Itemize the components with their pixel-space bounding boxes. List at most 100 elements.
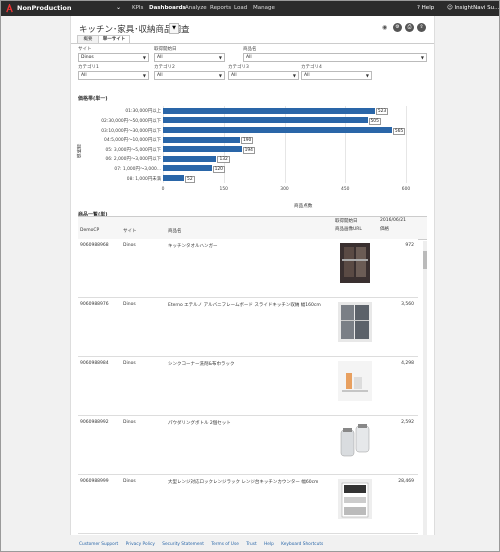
filter-start-date-select[interactable]: All ▼: [154, 53, 225, 62]
nav-kpis[interactable]: KPIs: [132, 5, 143, 11]
chart-bar[interactable]: [163, 127, 392, 133]
dashboard-card: キッチン･家具･収納商品調査 ▼ ◉ ⚙ ⎙ ⇪ 概要 単一サイト サイト Di…: [70, 16, 435, 535]
chart-category-label: 03:10,000円〜30,000円以下: [101, 128, 161, 134]
row-site: Dinos: [123, 420, 136, 425]
org-switch-chevron-icon[interactable]: ⌄: [116, 4, 121, 11]
footer-terms-of-use[interactable]: Terms of Use: [211, 542, 239, 547]
filter-start-date-value: All: [157, 55, 163, 60]
table-row[interactable]: 9060988968 Dinos キッチンタオルハンガー 972: [78, 239, 418, 298]
table-row[interactable]: 9060988976 Dinos Eterno エテルノ アルバニフレームボード…: [78, 298, 418, 357]
table-row[interactable]: 9060988984 Dinos シンクコーナー洗剤&布巾ラック 4,298: [78, 357, 418, 416]
filter-site-value: Dinos: [81, 55, 94, 60]
footer-keyboard-shortcuts[interactable]: Keyboard Shortcuts: [281, 542, 323, 547]
chart-x-axis-label: 商品点数: [294, 204, 313, 209]
row-name[interactable]: シンクコーナー洗剤&布巾ラック: [168, 361, 235, 367]
scrollbar-thumb[interactable]: [423, 251, 427, 269]
row-name[interactable]: キッチンタオルハンガー: [168, 243, 218, 249]
chart-category-label: 06: 2,000円〜3,000円以下: [105, 157, 161, 163]
table-vertical-scrollbar[interactable]: [423, 241, 427, 535]
app-window: NonProduction ⌄ KPIs Dashboards Analyze …: [0, 0, 500, 552]
print-icon[interactable]: ⎙: [405, 23, 414, 32]
chart-bar[interactable]: [163, 136, 240, 143]
filter-label-product: 商品名: [243, 47, 257, 52]
chart-y-axis-label: 価格帯: [77, 144, 82, 158]
row-code: 9060988992: [80, 420, 109, 425]
export-icon[interactable]: ⇪: [417, 23, 426, 32]
header-price[interactable]: 価格: [380, 226, 389, 232]
filter-cat1-select[interactable]: All ▼: [78, 71, 149, 80]
table-header: 取得開始日 2016/06/21 DemoCP サイト 商品名 商品画像URL …: [78, 216, 427, 240]
product-image-storage-board[interactable]: [336, 300, 374, 344]
filter-cat4-select[interactable]: All ▼: [301, 71, 372, 80]
chevron-down-icon: ▼: [142, 55, 146, 60]
row-name[interactable]: Eterno エテルノ アルバニフレームボード スライドキッチン収納 幅160c…: [168, 302, 321, 308]
eye-icon[interactable]: ◉: [382, 24, 387, 31]
chart-x-tick-label: 150: [219, 186, 228, 192]
chart-data-label: 194: [242, 146, 255, 154]
nav-manage[interactable]: Manage: [253, 5, 275, 11]
table-row[interactable]: 9060988992 Dinos パウダリングボトル 2個セット 2,592: [78, 416, 418, 475]
row-site: Dinos: [123, 479, 136, 484]
nav-reports[interactable]: Reports: [210, 5, 231, 11]
footer-customer-support[interactable]: Customer Support: [79, 542, 118, 547]
row-price: 2,592: [401, 420, 414, 425]
chart-bar[interactable]: [163, 117, 368, 124]
chevron-down-icon: ▼: [420, 55, 424, 60]
help-label: Help: [421, 5, 435, 11]
chevron-down-icon: ▼: [292, 73, 296, 78]
table-row[interactable]: 9060988999 Dinos 大型レンジ対応ロックレンジラック レンジ台キッ…: [78, 475, 418, 534]
org-name[interactable]: NonProduction: [17, 4, 72, 12]
row-name[interactable]: パウダリングボトル 2個セット: [168, 420, 231, 426]
chart-x-tick-label: 450: [341, 186, 350, 192]
product-image-sink-rack[interactable]: [336, 359, 374, 403]
header-image[interactable]: 商品画像URL: [335, 226, 362, 232]
chart-bar[interactable]: [163, 175, 185, 181]
nav-load[interactable]: Load: [234, 5, 247, 11]
chart-bar[interactable]: [163, 165, 212, 172]
product-image-range-rack[interactable]: [336, 477, 374, 521]
footer-help[interactable]: Help: [264, 542, 274, 547]
title-dropdown-icon[interactable]: ▼: [169, 23, 179, 34]
product-image-towel-hanger[interactable]: [336, 241, 374, 285]
header-name[interactable]: 商品名: [168, 228, 182, 234]
row-price: 28,469: [398, 479, 414, 484]
price-range-bar-chart: 価格帯 商品点数 0 150 300 450 600 01:30,000円以上 523 02:…: [71, 104, 434, 219]
footer-trust[interactable]: Trust: [246, 542, 256, 547]
row-price: 4,298: [401, 361, 414, 366]
settings-icon[interactable]: ⚙: [393, 23, 402, 32]
header-code[interactable]: DemoCP: [80, 228, 99, 233]
chart-category-label: 05: 3,000円〜5,000円以下: [105, 147, 161, 153]
chart-gridline: [406, 106, 407, 183]
chevron-down-icon: ▼: [218, 55, 222, 60]
filter-site-select[interactable]: Dinos ▼: [78, 53, 149, 62]
nav-dashboards[interactable]: Dashboards: [149, 5, 186, 11]
filter-cat3-select[interactable]: All ▼: [228, 71, 299, 80]
tab-single-site[interactable]: 単一サイト: [98, 35, 130, 43]
filter-cat2-select[interactable]: All ▼: [154, 71, 225, 80]
footer-privacy-policy[interactable]: Privacy Policy: [126, 542, 155, 547]
filter-product-select[interactable]: All ▼: [243, 53, 427, 62]
help-link[interactable]: ? Help: [417, 5, 434, 11]
tab-overview[interactable]: 概要: [77, 35, 99, 43]
filter-cat2-value: All: [157, 73, 163, 78]
user-menu[interactable]: ☺ InsightNavi Su...: [447, 5, 499, 11]
chart-data-label: 52: [185, 175, 195, 183]
chart-bar[interactable]: [163, 155, 217, 162]
filter-label-site: サイト: [78, 47, 92, 52]
app-logo-icon: [6, 4, 13, 13]
footer-security-statement[interactable]: Security Statement: [162, 542, 204, 547]
row-site: Dinos: [123, 302, 136, 307]
chart-bar[interactable]: [163, 146, 242, 153]
filter-cat4-value: All: [304, 73, 310, 78]
filter-cat1-value: All: [81, 73, 87, 78]
header-site[interactable]: サイト: [123, 228, 137, 234]
filter-label-start-date: 取得開始日: [154, 47, 177, 52]
product-image-powder-bottles[interactable]: [336, 418, 374, 462]
chart-bar[interactable]: [163, 107, 375, 114]
row-name[interactable]: 大型レンジ対応ロックレンジラック レンジ台キッチンカウンター 幅60cm: [168, 479, 318, 485]
chart-data-label: 132: [217, 156, 230, 164]
row-price: 972: [405, 243, 414, 248]
nav-analyze[interactable]: Analyze: [185, 5, 207, 11]
user-label: InsightNavi Su...: [454, 5, 500, 11]
top-navigation-bar: NonProduction ⌄ KPIs Dashboards Analyze …: [1, 1, 499, 16]
